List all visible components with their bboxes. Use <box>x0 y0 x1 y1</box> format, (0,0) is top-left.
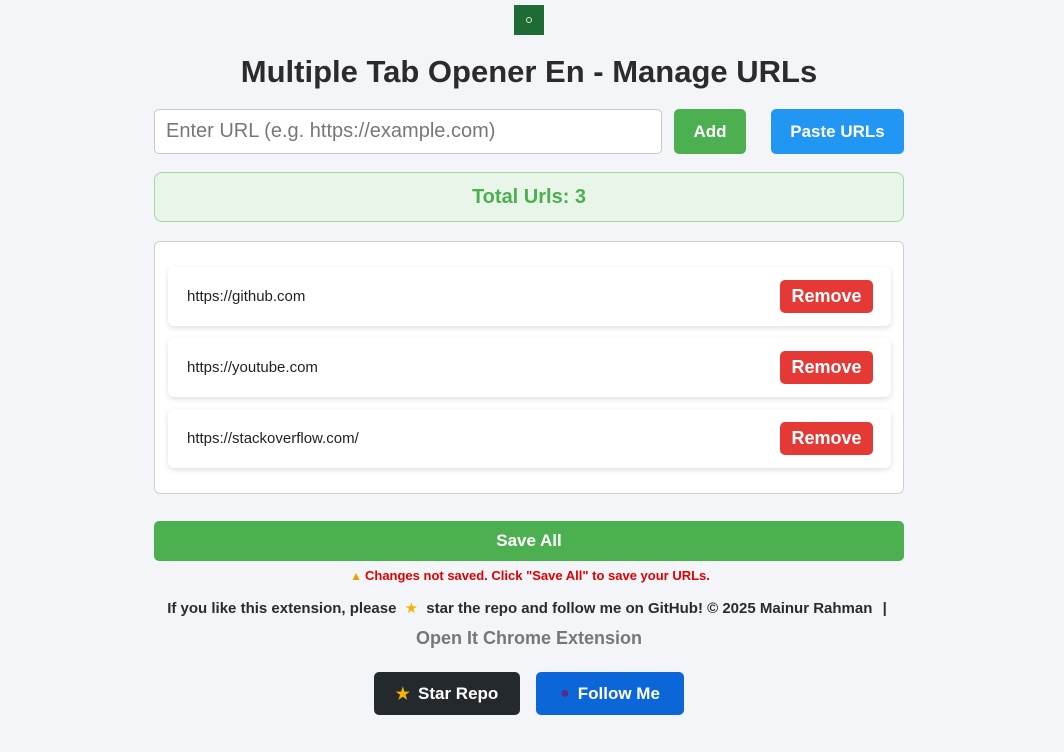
remove-button[interactable]: Remove <box>780 280 873 313</box>
unsaved-warning: ▲ Changes not saved. Click "Save All" to … <box>0 567 1060 585</box>
star-icon: ★ <box>395 685 411 703</box>
remove-button[interactable]: Remove <box>780 351 873 384</box>
person-icon: ● <box>560 684 570 702</box>
url-list-item: https://stackoverflow.com/ Remove <box>168 409 891 468</box>
warning-icon: ▲ <box>350 569 362 583</box>
star-repo-button[interactable]: ★ Star Repo <box>374 672 520 715</box>
options-page: Multiple Tab Opener En - Manage URLs Add… <box>0 0 1064 752</box>
page-title: Multiple Tab Opener En - Manage URLs <box>240 54 818 89</box>
remove-button[interactable]: Remove <box>780 422 873 455</box>
star-icon: ★ <box>404 600 419 617</box>
chrome-extension-link[interactable]: Open It Chrome Extension <box>0 628 1058 648</box>
footer-text-start: If you like this extension, please <box>167 600 397 617</box>
url-input[interactable] <box>154 109 662 154</box>
url-text: https://stackoverflow.com/ <box>187 430 359 447</box>
logo-mark-icon <box>526 17 532 23</box>
footer-text-end: star the repo and follow me on GitHub! ©… <box>426 600 873 617</box>
follow-me-button[interactable]: ● Follow Me <box>536 672 684 715</box>
url-list-item: https://github.com Remove <box>168 267 891 326</box>
url-text: https://github.com <box>187 288 306 305</box>
footer-separator: | <box>882 600 887 617</box>
url-list-item: https://youtube.com Remove <box>168 338 891 397</box>
url-list: https://github.com Remove https://youtub… <box>154 241 904 494</box>
extension-logo <box>514 5 544 35</box>
total-urls-banner: Total Urls: 3 <box>154 172 904 222</box>
add-button[interactable]: Add <box>674 109 746 154</box>
url-text: https://youtube.com <box>187 359 318 376</box>
paste-urls-button[interactable]: Paste URLs <box>771 109 904 154</box>
save-all-button[interactable]: Save All <box>154 521 904 561</box>
follow-me-label: Follow Me <box>577 683 660 703</box>
warning-text: Changes not saved. Click "Save All" to s… <box>364 568 710 583</box>
footer-message: If you like this extension, please ★ sta… <box>0 600 1054 618</box>
total-urls-text: Total Urls: 3 <box>471 185 587 208</box>
star-repo-label: Star Repo <box>418 683 499 703</box>
